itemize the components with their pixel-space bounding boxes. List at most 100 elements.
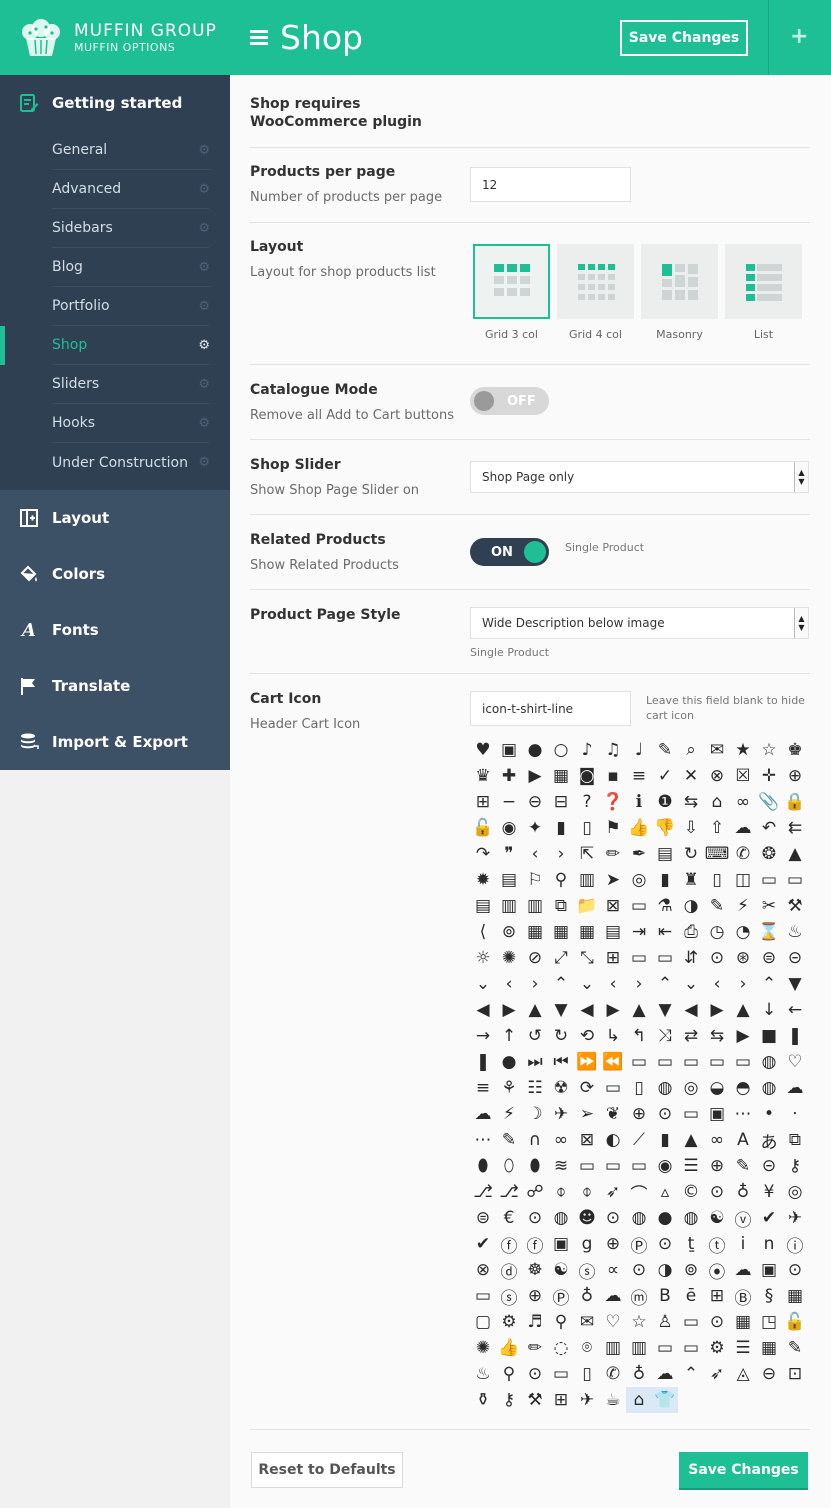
cart-icon-option[interactable]: ▮	[652, 867, 678, 893]
cart-icon-option[interactable]: ⚑	[600, 815, 626, 841]
cart-icon-option[interactable]: ∞	[704, 1127, 730, 1153]
cart-icon-option[interactable]: ◎	[782, 1179, 808, 1205]
product-page-style-select[interactable]: Wide Description below image ▲ ▼	[470, 607, 809, 639]
cart-icon-option[interactable]: ■	[756, 1023, 782, 1049]
cart-icon-option[interactable]: ▣	[756, 1257, 782, 1283]
cart-icon-option[interactable]: ⌂	[704, 789, 730, 815]
cart-icon-option[interactable]: ✂	[756, 893, 782, 919]
cart-icon-option[interactable]: ⎇	[470, 1179, 496, 1205]
cart-icon-option[interactable]: ❦	[600, 1101, 626, 1127]
cart-icon-input[interactable]: icon-t-shirt-line	[470, 691, 631, 726]
cart-icon-option[interactable]: ✈	[574, 1387, 600, 1413]
cart-icon-option[interactable]: ⇄	[678, 1023, 704, 1049]
cart-icon-option[interactable]: ▥	[600, 1335, 626, 1361]
cart-icon-option[interactable]: ⊠	[600, 893, 626, 919]
cart-icon-option[interactable]: ♥	[470, 737, 496, 763]
cart-icon-option[interactable]: ☁	[652, 1361, 678, 1387]
cart-icon-option[interactable]: ◙	[574, 763, 600, 789]
cart-icon-option[interactable]: ➶	[704, 1361, 730, 1387]
cart-icon-option[interactable]: ♨	[782, 919, 808, 945]
sidebar-item-under-construction[interactable]: Under Construction ⚙	[52, 443, 210, 482]
cart-icon-option[interactable]: ▭	[678, 1309, 704, 1335]
cart-icon-option[interactable]: ‹	[522, 841, 548, 867]
cart-icon-option[interactable]: ▭	[626, 945, 652, 971]
cart-icon-option[interactable]: ◷	[704, 919, 730, 945]
cart-icon-option[interactable]: ⇆	[678, 789, 704, 815]
cart-icon-option[interactable]: ▭	[470, 1283, 496, 1309]
cart-icon-option[interactable]: ▦	[548, 919, 574, 945]
cart-icon-option[interactable]: ⌛	[756, 919, 782, 945]
cart-icon-option[interactable]: ✏	[522, 1335, 548, 1361]
cart-icon-option[interactable]: →	[470, 1023, 496, 1049]
cart-icon-option[interactable]: ⌨	[704, 841, 730, 867]
cart-icon-option[interactable]: ◑	[678, 893, 704, 919]
save-changes-button-top[interactable]: Save Changes	[620, 20, 748, 56]
cart-icon-option[interactable]: ♡	[782, 1049, 808, 1075]
cart-icon-option[interactable]: ⌒	[626, 1179, 652, 1205]
layout-option-grid-3[interactable]: Grid 3 col	[473, 244, 550, 341]
cart-icon-option[interactable]: ⓕ	[496, 1231, 522, 1257]
cart-icon-option[interactable]: ☼	[470, 945, 496, 971]
cart-icon-option[interactable]: Ⓟ	[548, 1283, 574, 1309]
cart-icon-option[interactable]: ⊞	[600, 945, 626, 971]
cart-icon-option[interactable]: ⏭	[522, 1049, 548, 1075]
cart-icon-option[interactable]: ▥	[522, 893, 548, 919]
cart-icon-option[interactable]: ✉	[704, 737, 730, 763]
cart-icon-option[interactable]: ▭	[652, 945, 678, 971]
cart-icon-option[interactable]: ▭	[678, 1049, 704, 1075]
cart-icon-option[interactable]: ☰	[678, 1153, 704, 1179]
cart-icon-option[interactable]: ⟋	[626, 1127, 652, 1153]
cart-icon-option[interactable]: ⊙	[704, 1309, 730, 1335]
cart-icon-option[interactable]: ☽	[522, 1101, 548, 1127]
cart-icon-option[interactable]: ☕	[600, 1387, 626, 1413]
cart-icon-option[interactable]: ⬯	[496, 1153, 522, 1179]
cart-icon-option[interactable]: ▢	[470, 1309, 496, 1335]
nav-translate[interactable]: Translate	[0, 658, 230, 714]
cart-icon-option[interactable]: ○	[548, 737, 574, 763]
cart-icon-option[interactable]: Ⓟ	[626, 1231, 652, 1257]
cart-icon-option[interactable]: ✕	[678, 763, 704, 789]
cart-icon-option[interactable]: B	[652, 1283, 678, 1309]
cart-icon-option[interactable]: €	[496, 1205, 522, 1231]
cart-icon-option[interactable]: ▭	[756, 867, 782, 893]
cart-icon-option[interactable]: ⇥	[626, 919, 652, 945]
cart-icon-option[interactable]: i	[730, 1231, 756, 1257]
cart-icon-option[interactable]: ☍	[522, 1179, 548, 1205]
cart-icon-option[interactable]: ◀	[678, 997, 704, 1023]
nav-import-export[interactable]: Import & Export	[0, 714, 230, 770]
cart-icon-option[interactable]: ▣	[704, 1101, 730, 1127]
cart-icon-option[interactable]: ⊞	[704, 1283, 730, 1309]
cart-icon-option[interactable]: ⇤	[652, 919, 678, 945]
cart-icon-option[interactable]: ✚	[496, 763, 522, 789]
nav-colors[interactable]: Colors	[0, 546, 230, 602]
cart-icon-option[interactable]: ⇇	[782, 815, 808, 841]
cart-icon-option[interactable]: ⤡	[574, 945, 600, 971]
cart-icon-option[interactable]: ⊞	[470, 789, 496, 815]
layout-option-grid-4[interactable]: Grid 4 col	[557, 244, 634, 341]
cart-icon-option[interactable]: ♁	[574, 1283, 600, 1309]
cart-icon-option[interactable]: ▭	[652, 1049, 678, 1075]
cart-icon-option[interactable]: ♙	[652, 1309, 678, 1335]
cart-icon-option[interactable]: ▲	[626, 997, 652, 1023]
cart-icon-option[interactable]: ●	[652, 1205, 678, 1231]
cart-icon-option[interactable]: ⓢ	[574, 1257, 600, 1283]
cart-icon-option[interactable]: ⊜	[756, 945, 782, 971]
reset-to-defaults-button[interactable]: Reset to Defaults	[251, 1452, 403, 1488]
cart-icon-option[interactable]: ›	[548, 841, 574, 867]
layout-option-list[interactable]: List	[725, 244, 802, 341]
cart-icon-option[interactable]: ↓	[756, 997, 782, 1023]
cart-icon-option[interactable]: ✎	[652, 737, 678, 763]
cart-icon-option[interactable]: ✆	[730, 841, 756, 867]
cart-icon-option[interactable]: ↰	[626, 1023, 652, 1049]
cart-icon-option[interactable]: ⊟	[548, 789, 574, 815]
cart-icon-option[interactable]: ❚	[782, 1023, 808, 1049]
sidebar-item-sidebars[interactable]: Sidebars ⚙	[52, 209, 210, 248]
cart-icon-option[interactable]: ⬮	[470, 1153, 496, 1179]
cart-icon-option[interactable]: ṯ	[678, 1231, 704, 1257]
cart-icon-option[interactable]: ‹	[496, 971, 522, 997]
cart-icon-option[interactable]: ▯	[574, 1361, 600, 1387]
cart-icon-option[interactable]: §	[756, 1283, 782, 1309]
cart-icon-option[interactable]: ⧉	[548, 893, 574, 919]
cart-icon-option[interactable]: ⌽	[548, 1179, 574, 1205]
cart-icon-option[interactable]: ▼	[652, 997, 678, 1023]
